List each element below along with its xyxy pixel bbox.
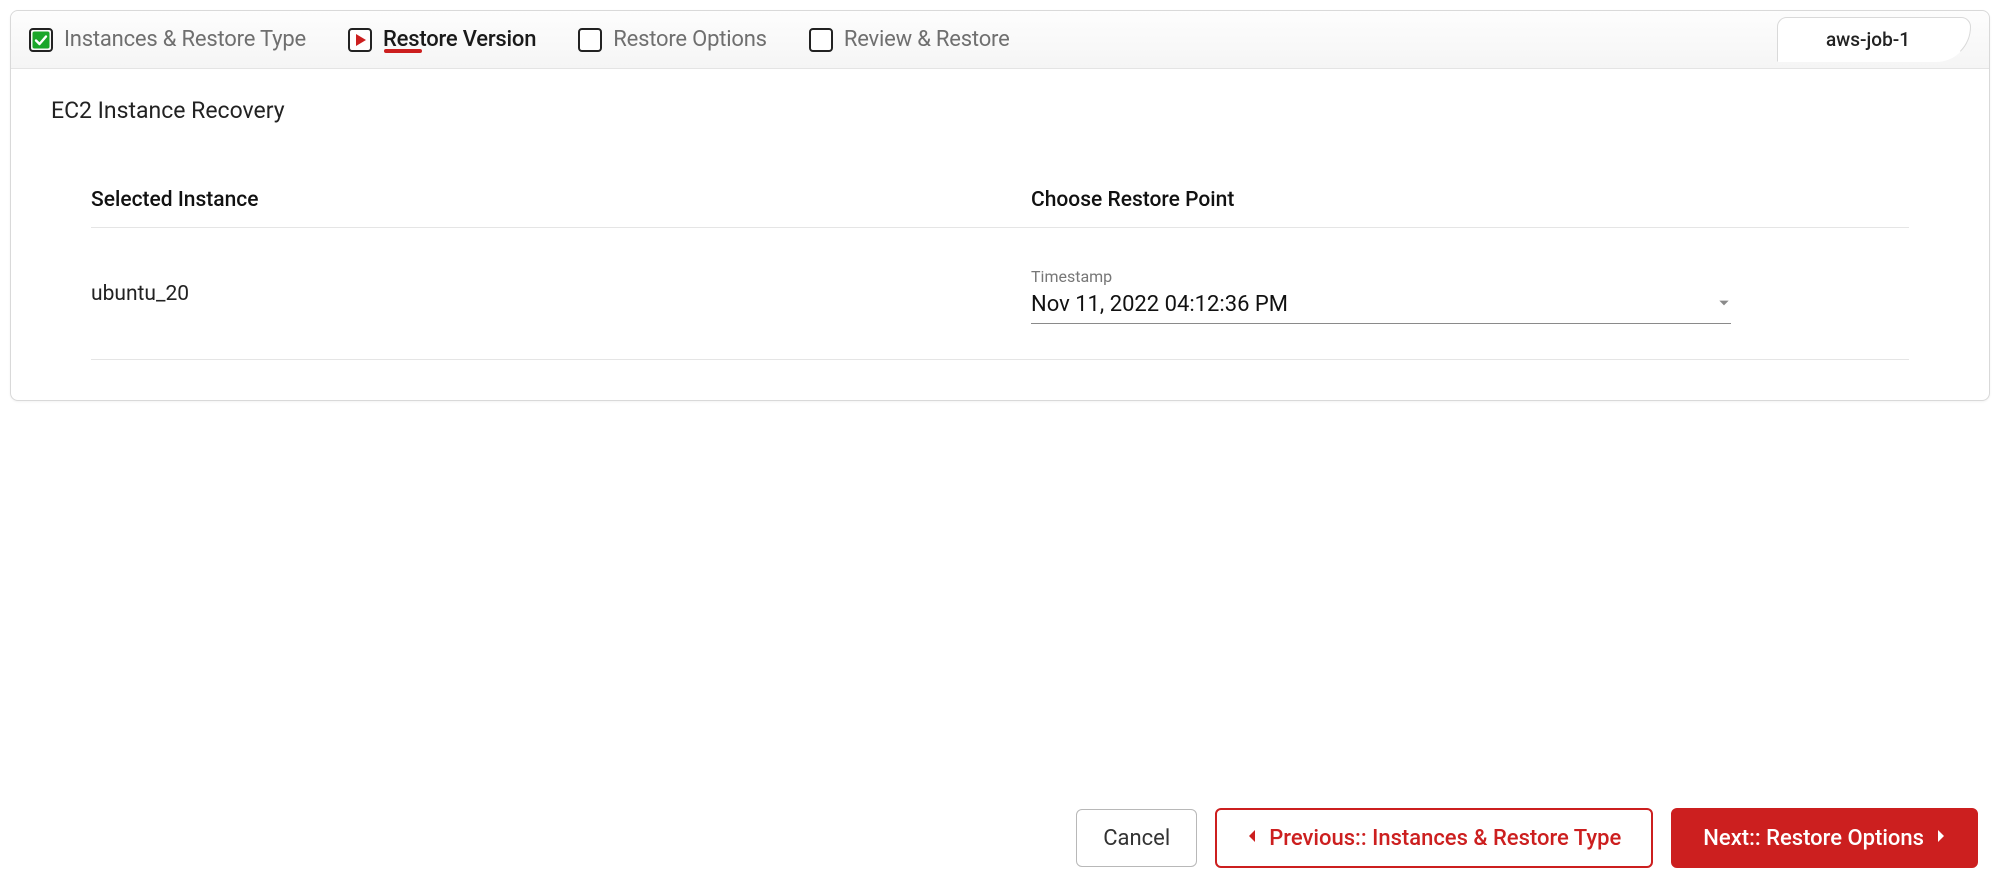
job-name-label: aws-job-1: [1826, 28, 1910, 51]
previous-button[interactable]: Previous:: Instances & Restore Type: [1215, 808, 1653, 868]
page-title: EC2 Instance Recovery: [51, 97, 1949, 124]
restore-table: Selected Instance Choose Restore Point u…: [91, 172, 1909, 360]
cancel-button[interactable]: Cancel: [1076, 809, 1197, 867]
check-complete-icon: [29, 28, 53, 52]
timestamp-select[interactable]: Timestamp Nov 11, 2022 04:12:36 PM: [1031, 263, 1731, 324]
wizard-step-instances-restore-type[interactable]: Instances & Restore Type: [29, 27, 306, 52]
chevron-left-icon: [1247, 829, 1257, 847]
wizard-step-label: Review & Restore: [844, 27, 1010, 52]
wizard-step-review-restore[interactable]: Review & Restore: [809, 27, 1010, 52]
wizard-step-restore-options[interactable]: Restore Options: [578, 27, 767, 52]
wizard-panel: Instances & Restore Type Restore Version…: [10, 10, 1990, 401]
next-button[interactable]: Next:: Restore Options: [1671, 808, 1978, 868]
play-active-icon: [348, 28, 372, 52]
instance-name: ubuntu_20: [91, 282, 189, 306]
timestamp-value: Nov 11, 2022 04:12:36 PM: [1031, 292, 1288, 317]
active-step-underline: [384, 49, 422, 53]
next-button-label: Next:: Restore Options: [1703, 826, 1924, 851]
table-row: ubuntu_20 Timestamp Nov 11, 2022 04:12:3…: [91, 228, 1909, 360]
wizard-step-label: Restore Options: [613, 27, 767, 52]
footer-actions: Cancel Previous:: Instances & Restore Ty…: [1076, 808, 1978, 868]
chevron-down-icon: [1717, 295, 1731, 314]
col-choose-restore-point: Choose Restore Point: [1031, 188, 1234, 212]
wizard-step-label: Instances & Restore Type: [64, 27, 306, 52]
chevron-right-icon: [1936, 829, 1946, 847]
content-area: EC2 Instance Recovery Selected Instance …: [11, 69, 1989, 400]
previous-button-label: Previous:: Instances & Restore Type: [1269, 826, 1621, 851]
table-header-row: Selected Instance Choose Restore Point: [91, 172, 1909, 228]
empty-checkbox-icon: [578, 28, 602, 52]
wizard-step-restore-version[interactable]: Restore Version: [348, 27, 536, 52]
cancel-button-label: Cancel: [1103, 826, 1170, 851]
col-selected-instance: Selected Instance: [91, 188, 258, 212]
job-name-tab[interactable]: aws-job-1: [1777, 17, 1971, 62]
wizard-steps-bar: Instances & Restore Type Restore Version…: [11, 11, 1989, 69]
empty-checkbox-icon: [809, 28, 833, 52]
timestamp-label: Timestamp: [1031, 267, 1731, 286]
